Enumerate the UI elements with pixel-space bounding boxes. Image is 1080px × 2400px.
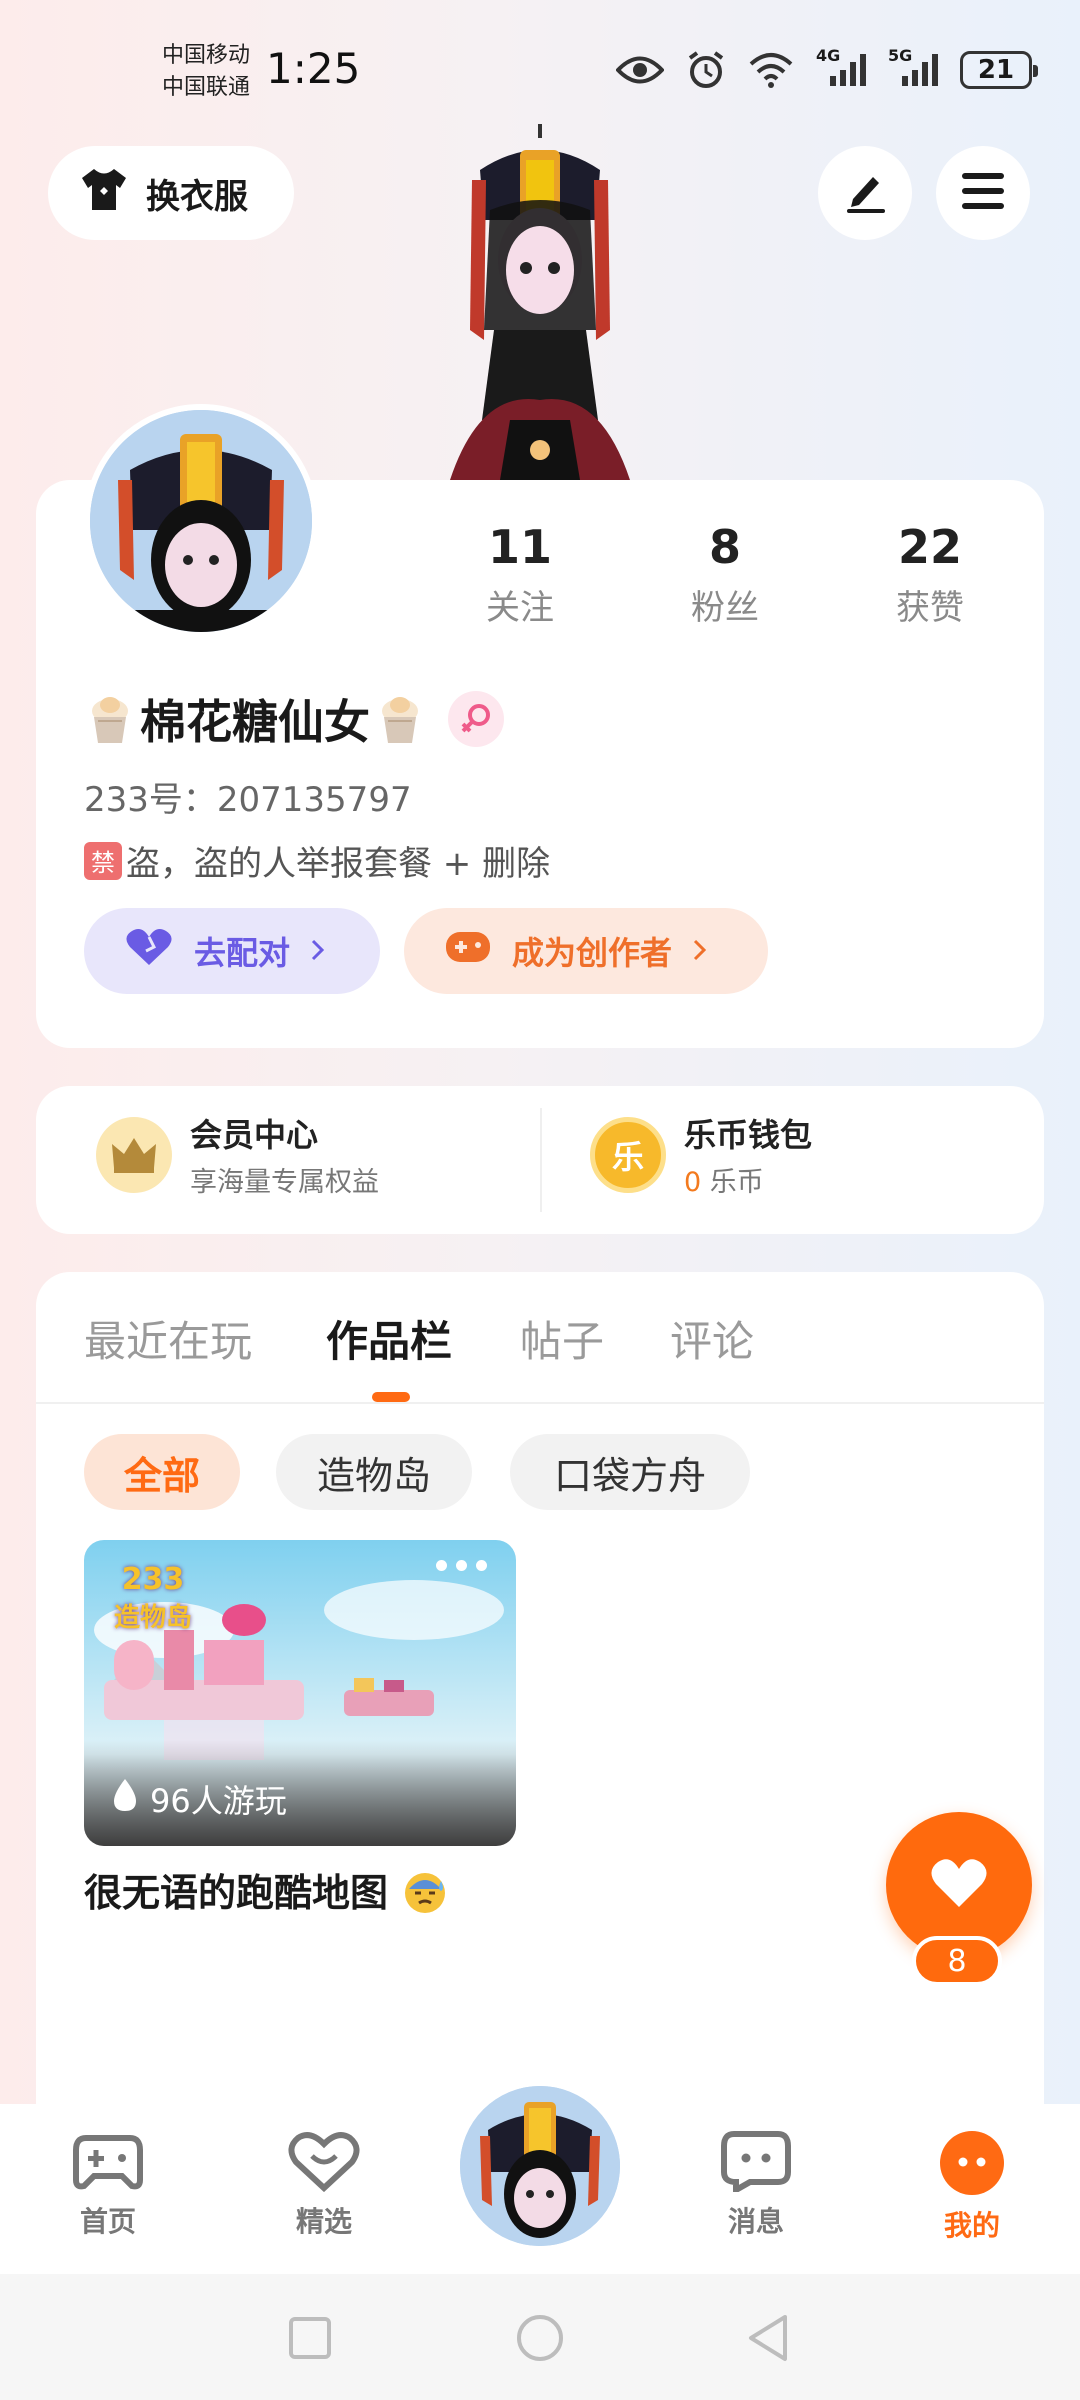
home-icon[interactable] (514, 2312, 566, 2364)
followers-count: 8 (708, 520, 741, 574)
gamepad-icon (72, 2130, 144, 2196)
chevron-right-icon (692, 932, 708, 970)
member-subtitle: 享海量专属权益 (190, 1167, 379, 1198)
coin-icon: 乐 (590, 1116, 666, 1193)
stat-followers[interactable]: 8 粉丝 (645, 520, 805, 629)
nickname: 棉花糖仙女 (140, 695, 370, 749)
nav-featured[interactable]: 精选 (254, 2130, 394, 2240)
following-count: 11 (487, 520, 552, 574)
battery-level: 21 (977, 55, 1015, 85)
flame-icon (110, 1777, 140, 1821)
message-icon (720, 2130, 792, 2196)
sweat-face-icon (401, 1867, 449, 1924)
wallet-amount: 0 (684, 1167, 702, 1198)
net-label-1: 4G (816, 46, 841, 65)
alarm-icon (686, 50, 726, 90)
pair-label: 去配对 (194, 934, 291, 972)
character-avatar[interactable] (420, 120, 660, 480)
heart-outline-icon (288, 2130, 360, 2196)
recents-icon[interactable] (284, 2312, 336, 2364)
nav-avatar[interactable] (454, 2080, 626, 2252)
edit-icon (841, 169, 889, 217)
filter-koudaifangzhou[interactable]: 口袋方舟 (510, 1434, 750, 1510)
eye-icon (616, 55, 664, 85)
member-center[interactable]: 会员中心 享海量专属权益 (96, 1110, 379, 1199)
crown-icon (96, 1116, 172, 1193)
wallet-balance: 0 乐币 (684, 1160, 812, 1199)
status-icons: 4G 5G 21 (616, 46, 1038, 90)
tab-comments[interactable]: 评论 (670, 1308, 754, 1369)
likes-count: 22 (897, 520, 962, 574)
work-title-text: 很无语的跑酷地图 (84, 1871, 389, 1915)
coin-char: 乐 (611, 1137, 644, 1176)
following-label: 关注 (486, 588, 554, 628)
menu-button[interactable] (936, 146, 1030, 240)
signal-5g-icon: 5G (888, 46, 938, 88)
battery-icon: 21 (960, 51, 1038, 89)
dress-up-label: 换衣服 (146, 176, 248, 217)
ice-cream-icon (376, 693, 424, 745)
user-id: 233号：207135797 (84, 780, 412, 820)
nav-home[interactable]: 首页 (38, 2130, 178, 2240)
vip-divider (540, 1108, 542, 1212)
nickname-row: 棉花糖仙女 (86, 686, 504, 752)
member-title: 会员中心 (190, 1116, 319, 1154)
female-icon (448, 691, 504, 747)
stat-likes[interactable]: 22 获赞 (850, 520, 1010, 629)
thumb-logo: 233 造物岛 (114, 1562, 192, 1634)
carrier-1: 中国移动 (162, 43, 251, 68)
menu-icon (960, 171, 1006, 215)
work-title[interactable]: 很无语的跑酷地图 (84, 1862, 449, 1924)
carrier-2: 中国联通 (162, 75, 251, 100)
ice-cream-icon (86, 693, 134, 745)
gamepad-icon (444, 928, 492, 974)
tab-recent[interactable]: 最近在玩 (84, 1308, 252, 1369)
net-label-2: 5G (888, 46, 913, 65)
tab-posts[interactable]: 帖子 (520, 1308, 604, 1369)
wifi-icon (748, 52, 794, 88)
pair-button[interactable]: 去配对 (84, 908, 380, 994)
edit-button[interactable] (818, 146, 912, 240)
followers-label: 粉丝 (691, 588, 759, 628)
filter-all[interactable]: 全部 (84, 1434, 240, 1510)
chevron-right-icon (310, 932, 326, 970)
heart-icon (929, 1857, 989, 1913)
ban-badge: 禁 (84, 841, 122, 880)
tab-works[interactable]: 作品栏 (326, 1308, 452, 1369)
wallet[interactable]: 乐 乐币钱包 0 乐币 (590, 1110, 812, 1199)
dress-up-button[interactable]: 换衣服 (48, 146, 294, 240)
clock: 1:25 (266, 44, 361, 93)
nav-home-label: 首页 (79, 2205, 136, 2238)
likes-label: 获赞 (896, 588, 964, 628)
heart-icon (124, 927, 174, 975)
creator-button[interactable]: 成为创作者 (404, 908, 768, 994)
bio-text: 盗，盗的人举报套餐 + 删除 (126, 844, 551, 884)
carrier-info: 中国移动 中国联通 (162, 40, 250, 104)
thumb-logo-number: 233 (121, 1562, 185, 1597)
nav-mine[interactable]: 我的 (902, 2130, 1042, 2244)
wallet-title: 乐币钱包 (684, 1116, 813, 1154)
tshirt-icon (78, 166, 130, 221)
creator-label: 成为创作者 (512, 934, 673, 972)
back-icon[interactable] (742, 2312, 794, 2364)
nav-messages[interactable]: 消息 (686, 2130, 826, 2240)
tab-divider (36, 1402, 1044, 1404)
signal-4g-icon: 4G (816, 46, 866, 88)
stat-following[interactable]: 11 关注 (440, 520, 600, 629)
wallet-unit: 乐币 (709, 1167, 764, 1198)
bio-row: 禁 盗，盗的人举报套餐 + 删除 (84, 836, 550, 885)
nav-featured-label: 精选 (295, 2205, 352, 2238)
tab-indicator (372, 1392, 410, 1402)
avatar[interactable] (84, 404, 318, 638)
nav-mine-label: 我的 (943, 2209, 1000, 2242)
like-count: 8 (912, 1936, 1002, 1986)
filter-zaowudao[interactable]: 造物岛 (276, 1434, 472, 1510)
profile-face-icon (939, 2130, 1005, 2200)
more-icon[interactable] (436, 1560, 487, 1571)
nav-messages-label: 消息 (727, 2205, 784, 2238)
work-plays: 96人游玩 (110, 1776, 287, 1822)
thumb-logo-name: 造物岛 (114, 1603, 193, 1633)
plays-count: 96人游玩 (150, 1782, 287, 1820)
